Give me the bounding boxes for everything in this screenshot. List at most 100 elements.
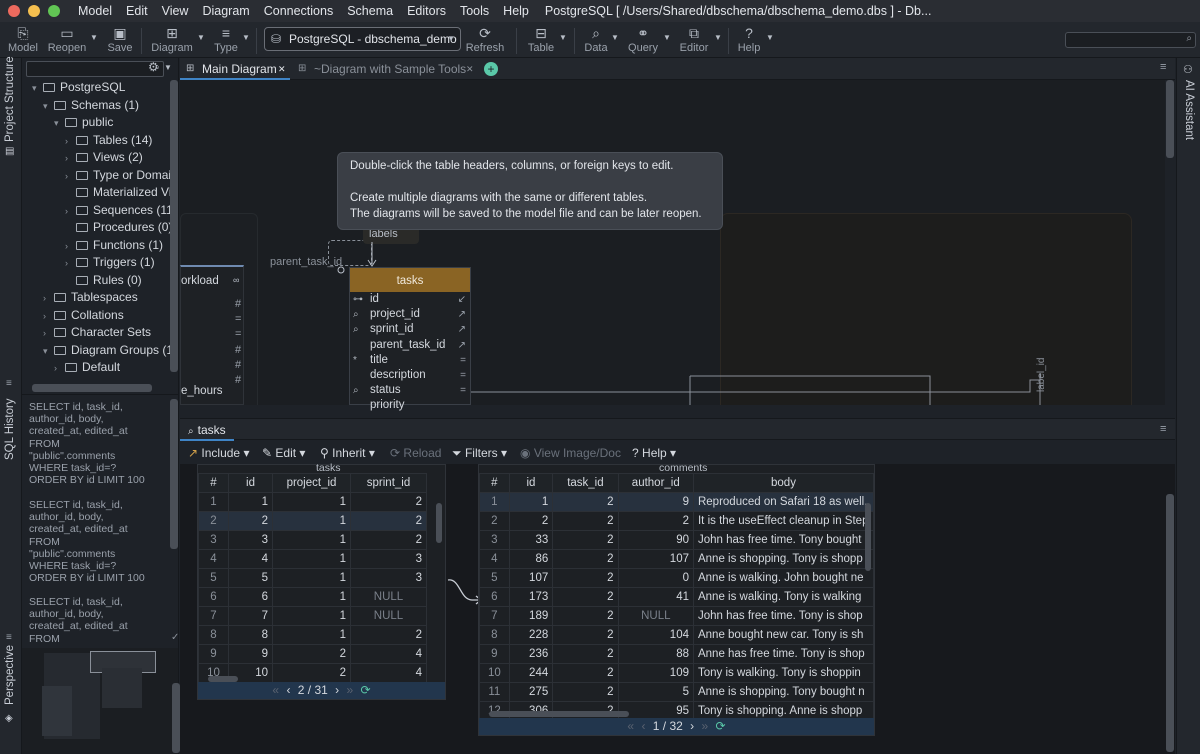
tree-item[interactable]: › Default — [54, 359, 120, 376]
table-cell[interactable]: 107 — [508, 568, 554, 588]
table-cell[interactable]: 88 — [617, 644, 694, 664]
table-cell[interactable]: 2 — [552, 549, 619, 569]
tree-h-scrollbar[interactable] — [32, 384, 152, 392]
table-cell[interactable]: 109 — [617, 663, 694, 683]
expand-toggle-icon[interactable]: › — [43, 325, 54, 342]
help-dropdown-icon[interactable]: ▼ — [766, 33, 774, 42]
table-cell[interactable]: Anne is walking. Tony is walking — [692, 587, 875, 607]
table-row[interactable]: 6 173 2 41 Anne is walking. Tony is walking — [479, 587, 875, 607]
table-cell[interactable]: 2 — [508, 511, 554, 531]
menu-view[interactable]: View — [162, 4, 189, 18]
query-button[interactable]: ⚭ Query — [626, 24, 660, 54]
menu-icon[interactable]: ≡ — [1160, 423, 1166, 435]
table-cell[interactable]: 8 — [228, 625, 273, 645]
table-row[interactable]: 3312 — [198, 530, 427, 550]
grid-h-scrollbar[interactable] — [489, 711, 629, 717]
expand-toggle-icon[interactable]: › — [65, 203, 76, 220]
table-cell[interactable]: 2 — [552, 511, 619, 531]
table-cell[interactable]: 1 — [272, 511, 351, 531]
browse-v-scrollbar[interactable] — [1166, 494, 1174, 752]
table-cell[interactable]: Anne is shopping. Tony is shopp — [692, 549, 875, 569]
table-cell[interactable]: 2 — [552, 606, 619, 626]
table-cell[interactable]: 1 — [272, 587, 351, 607]
table-row[interactable]: 2212 — [198, 511, 427, 531]
column-header[interactable]: author_id — [617, 473, 694, 493]
tree-item[interactable]: ▾ public — [54, 114, 113, 131]
canvas-v-scrollbar[interactable] — [1166, 80, 1174, 158]
query-dropdown-icon[interactable]: ▼ — [663, 33, 671, 42]
table-row[interactable]: 9 236 2 88 Anne has free time. Tony is shop — [479, 644, 875, 664]
table-row[interactable]: 4413 — [198, 549, 427, 569]
help-button[interactable]: ? Help ▾ — [632, 446, 676, 460]
column-header[interactable]: body — [692, 473, 875, 493]
table-cell[interactable]: Reproduced on Safari 18 as well, — [692, 492, 875, 512]
type-button[interactable]: ≡ Type — [212, 24, 240, 54]
table-cell[interactable]: NULL — [350, 587, 427, 607]
table-row[interactable]: 5 107 2 0 Anne is walking. John bought ne — [479, 568, 875, 588]
table-cell[interactable]: Anne has free time. Tony is shop — [692, 644, 875, 664]
expand-toggle-icon[interactable]: › — [65, 168, 76, 185]
table-cell[interactable]: 2 — [552, 530, 619, 550]
tree-scrollbar[interactable] — [170, 80, 178, 372]
gear-icon[interactable]: ⚙ — [148, 60, 159, 74]
expand-toggle-icon[interactable]: › — [65, 238, 76, 255]
refresh-icon[interactable]: ⟳ — [716, 719, 726, 733]
table-row[interactable]: 8812 — [198, 625, 427, 645]
column-row[interactable]: parent_task_id ↗ — [350, 338, 470, 353]
table-header[interactable]: tasks — [350, 268, 470, 292]
menu-edit[interactable]: Edit — [126, 4, 148, 18]
first-page-icon[interactable]: « — [627, 719, 634, 733]
column-row[interactable]: description = — [350, 368, 470, 383]
table-row[interactable]: 1 1 2 9 Reproduced on Safari 18 as well, — [479, 492, 875, 512]
table-cell[interactable]: 2 — [552, 587, 619, 607]
project-structure-tab[interactable]: Project Structure — [4, 56, 16, 142]
tree-item[interactable]: Procedures (0) — [65, 219, 172, 236]
menu-connections[interactable]: Connections — [264, 4, 334, 18]
tasks-table[interactable]: tasks ⊶ id ↙ ⌕ project_id ↗ ⌕ sprint_id ↗ parent_… — [349, 267, 471, 411]
diagram-button[interactable]: ⊞ Diagram — [150, 24, 194, 54]
table-row[interactable]: 7 7 1 NULL — [198, 606, 427, 626]
editor-dropdown-icon[interactable]: ▼ — [714, 33, 722, 42]
column-header[interactable]: task_id — [552, 473, 619, 493]
table-button[interactable]: ⊟ Table — [524, 24, 558, 54]
menu-icon[interactable]: ≡ — [6, 632, 12, 643]
menu-help[interactable]: Help — [503, 4, 529, 18]
table-cell[interactable]: Anne is walking. John bought ne — [692, 568, 875, 588]
menu-diagram[interactable]: Diagram — [202, 4, 249, 18]
table-cell[interactable]: 2 — [552, 568, 619, 588]
table-cell[interactable]: 228 — [508, 625, 554, 645]
table-cell[interactable]: 1 — [272, 568, 351, 588]
table-cell[interactable]: 2 — [350, 625, 427, 645]
table-cell[interactable]: 3 — [228, 530, 273, 550]
table-cell[interactable]: Anne is shopping. Tony bought n — [692, 682, 875, 702]
table-cell[interactable]: 3 — [350, 568, 427, 588]
diagram-dropdown-icon[interactable]: ▼ — [197, 33, 205, 42]
next-page-icon[interactable]: › — [690, 719, 694, 733]
table-cell[interactable]: Tony is walking. Tony is shoppin — [692, 663, 875, 683]
table-row[interactable]: 10 244 2 109 Tony is walking. Tony is shoppi… — [479, 663, 875, 683]
column-row[interactable]: * title = — [350, 353, 470, 368]
tree-item[interactable]: › Sequences (11) — [65, 202, 177, 219]
tree-item[interactable]: › Views (2) — [65, 149, 143, 166]
tree-item[interactable]: ▾ Diagram Groups (1) — [43, 342, 177, 359]
table-row[interactable]: 6 6 1 NULL — [198, 587, 427, 607]
zoom-window-button[interactable] — [48, 5, 60, 17]
table-cell[interactable]: John has free time. Tony bought — [692, 530, 875, 550]
table-cell[interactable]: John has free time. Tony is shop — [692, 606, 875, 626]
expand-toggle-icon[interactable]: › — [54, 360, 65, 377]
expand-toggle-icon[interactable]: › — [43, 290, 54, 307]
table-cell[interactable]: 2 — [552, 492, 619, 512]
column-header[interactable]: id — [228, 473, 273, 493]
connection-select[interactable]: ⛁ PostgreSQL - dbschema_demo ▼ — [264, 27, 461, 51]
menu-icon[interactable]: ≡ — [1160, 61, 1166, 73]
table-cell[interactable]: 9 — [617, 492, 694, 512]
grid-scrollbar[interactable] — [865, 503, 871, 571]
save-button[interactable]: ▣ Save — [106, 24, 134, 54]
close-icon[interactable]: ✕ — [278, 58, 286, 80]
table-cell[interactable]: 4 — [228, 549, 273, 569]
menu-model[interactable]: Model — [78, 4, 112, 18]
prev-page-icon[interactable]: ‹ — [641, 719, 645, 733]
table-row[interactable]: 5513 — [198, 568, 427, 588]
table-row[interactable]: 9924 — [198, 644, 427, 664]
type-dropdown-icon[interactable]: ▼ — [242, 33, 250, 42]
